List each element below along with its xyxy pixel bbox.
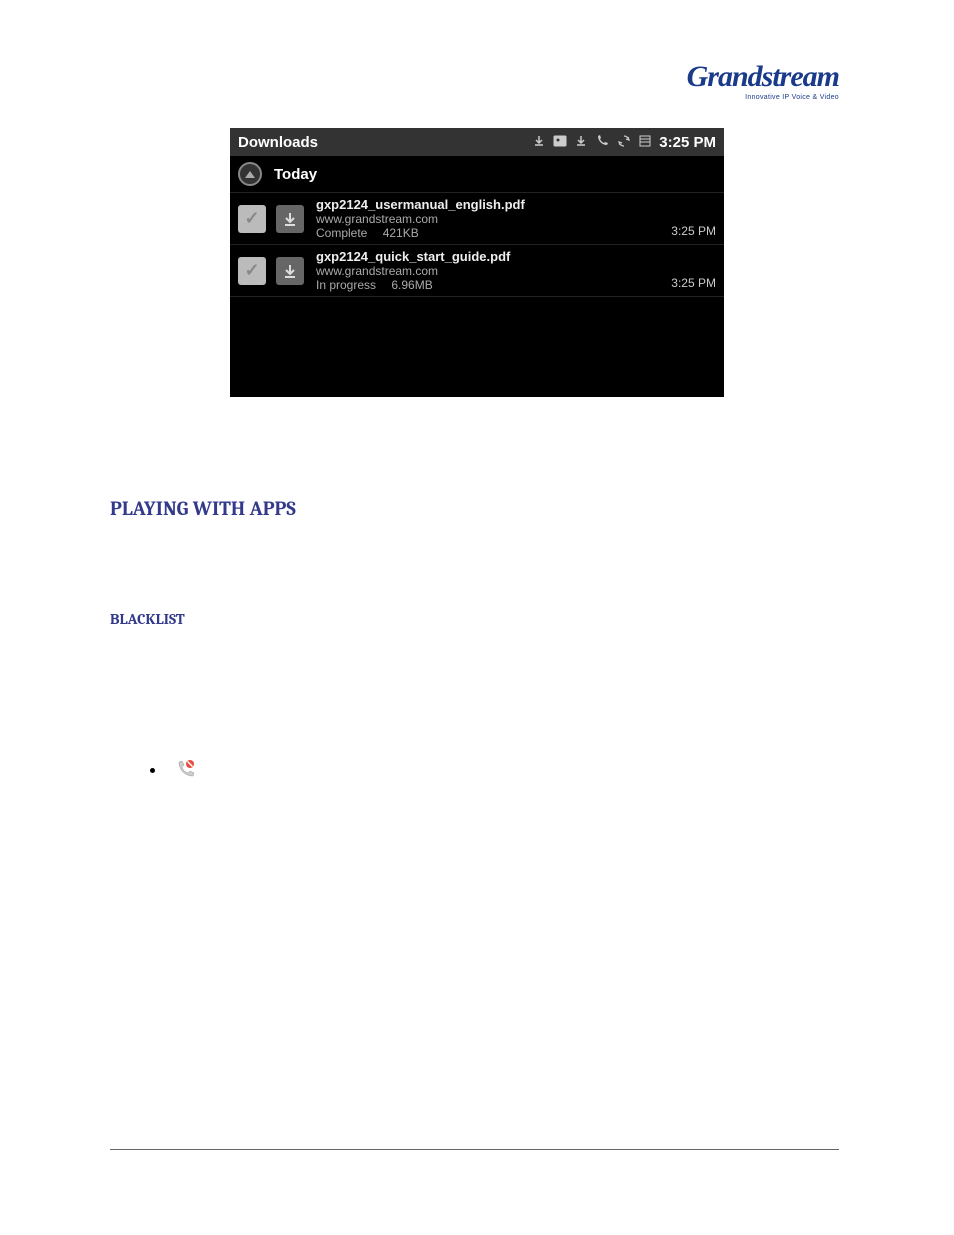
download-file-icon	[276, 205, 304, 233]
download-time: 3:25 PM	[671, 224, 716, 240]
downloads-screenshot: Downloads 3:25 PM Today	[230, 128, 724, 397]
download-status: Complete 421KB	[316, 226, 671, 240]
list-item[interactable]: gxp2124_quick_start_guide.pdf www.grands…	[230, 245, 724, 297]
download-source: www.grandstream.com	[316, 212, 671, 226]
download-filename: gxp2124_usermanual_english.pdf	[316, 197, 671, 212]
phone-icon	[595, 134, 609, 151]
heading-blacklist: BLACKLIST	[110, 610, 844, 628]
screen-title: Downloads	[238, 134, 318, 151]
download-icon	[533, 135, 545, 150]
footer-divider	[110, 1149, 839, 1150]
brand-name: Grandstream	[687, 60, 839, 94]
status-icons	[533, 134, 651, 151]
blacklist-phone-icon	[173, 758, 197, 782]
bullet-dot-icon	[150, 768, 155, 773]
collapse-icon[interactable]	[238, 162, 262, 186]
document-content: PLAYING WITH APPS BLACKLIST	[110, 497, 844, 782]
sync-icon	[617, 134, 631, 151]
checkbox[interactable]	[238, 205, 266, 233]
download-icon	[575, 135, 587, 150]
section-header[interactable]: Today	[230, 156, 724, 193]
status-bar: Downloads 3:25 PM	[230, 128, 724, 156]
download-info: gxp2124_quick_start_guide.pdf www.grands…	[316, 249, 671, 292]
picture-icon	[553, 135, 567, 150]
checkbox[interactable]	[238, 257, 266, 285]
brand-tagline: Innovative IP Voice & Video	[687, 94, 839, 101]
download-source: www.grandstream.com	[316, 264, 671, 278]
heading-playing-with-apps: PLAYING WITH APPS	[110, 497, 844, 520]
grid-icon	[639, 135, 651, 150]
empty-area	[230, 297, 724, 397]
bullet-item	[150, 758, 844, 782]
list-item[interactable]: gxp2124_usermanual_english.pdf www.grand…	[230, 193, 724, 245]
section-label: Today	[274, 166, 317, 183]
brand-logo: Grandstream Innovative IP Voice & Video	[687, 60, 839, 101]
download-time: 3:25 PM	[671, 276, 716, 292]
download-filename: gxp2124_quick_start_guide.pdf	[316, 249, 671, 264]
download-status: In progress 6.96MB	[316, 278, 671, 292]
download-info: gxp2124_usermanual_english.pdf www.grand…	[316, 197, 671, 240]
download-file-icon	[276, 257, 304, 285]
status-time: 3:25 PM	[659, 134, 716, 151]
